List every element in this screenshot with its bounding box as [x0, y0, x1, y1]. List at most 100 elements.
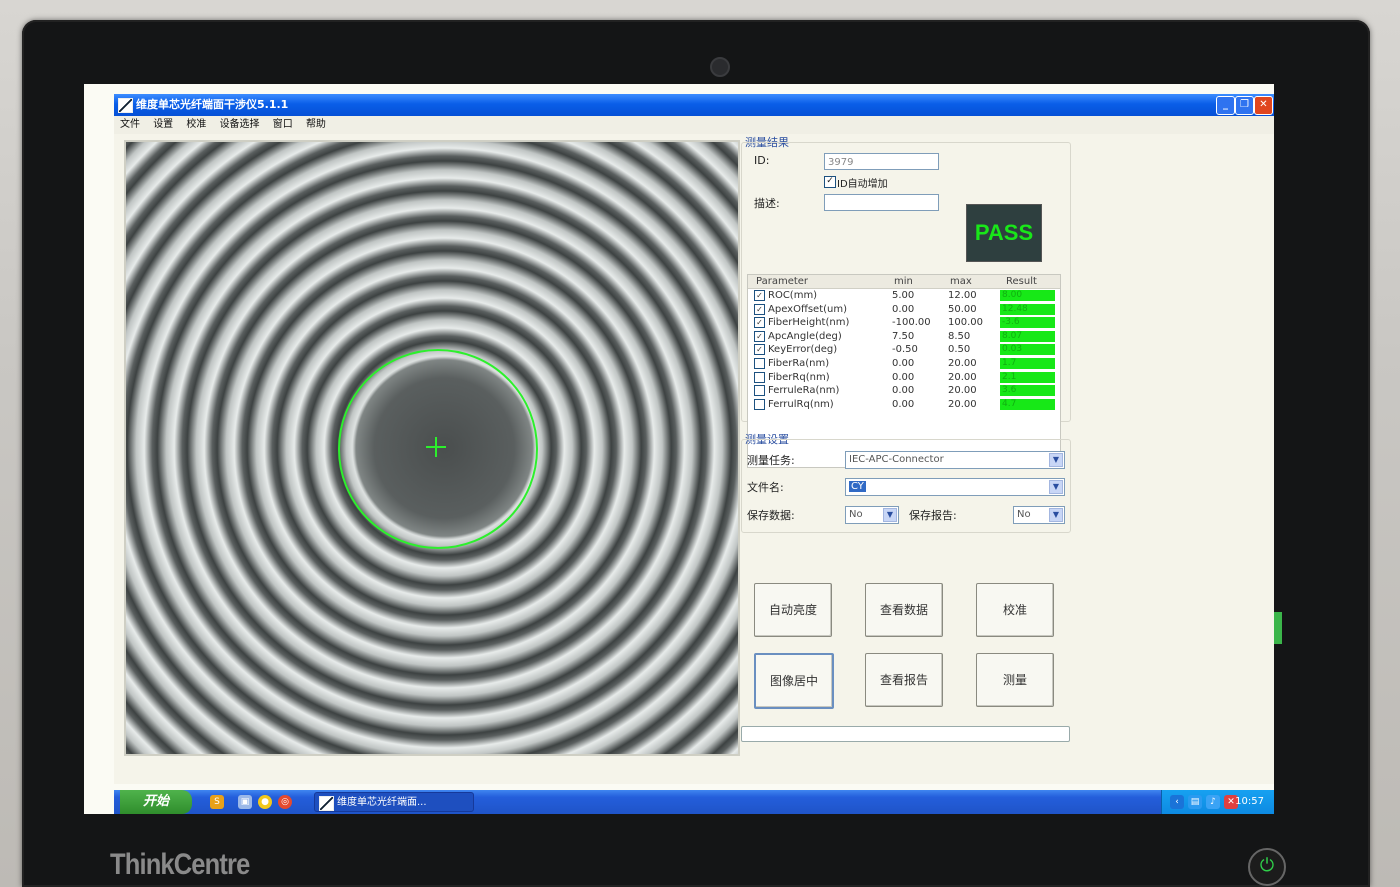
task-select[interactable]: IEC-APC-Connector ▼: [845, 451, 1065, 469]
desc-label: 描述:: [754, 197, 780, 210]
param-max: 100.00: [948, 317, 983, 329]
menu-help[interactable]: 帮助: [306, 119, 326, 130]
chevron-down-icon[interactable]: ▼: [1049, 508, 1063, 522]
chevron-down-icon[interactable]: ▼: [1049, 453, 1063, 467]
volume-icon[interactable]: ♪: [1206, 795, 1220, 809]
param-name: FerrulRq(nm): [768, 398, 834, 410]
save-data-label: 保存数据:: [747, 509, 795, 522]
param-name: FiberRq(nm): [768, 371, 830, 383]
param-result: 8.00: [1000, 290, 1055, 301]
network-icon[interactable]: ▤: [1188, 795, 1202, 809]
header-max: max: [950, 276, 972, 287]
maximize-button[interactable]: ❐: [1235, 96, 1254, 115]
param-max: 20.00: [948, 358, 977, 369]
row-checkbox[interactable]: ✓: [754, 290, 765, 301]
measure-button[interactable]: 测量: [976, 653, 1054, 707]
taskbar-window-item[interactable]: 维度单芯光纤端面...: [314, 792, 474, 812]
crosshair-icon: [426, 446, 446, 448]
table-row: ✓ ROC(mm) 5.00 12.00 8.00: [748, 289, 1060, 302]
webcam: [710, 57, 730, 77]
header-result: Result: [1006, 276, 1037, 287]
menu-window[interactable]: 窗口: [273, 119, 293, 130]
view-data-button[interactable]: 查看数据: [865, 583, 943, 637]
table-header: Parameter min max Result: [748, 275, 1060, 289]
save-report-select[interactable]: No ▼: [1013, 506, 1065, 524]
chevron-left-icon[interactable]: ‹: [1170, 795, 1184, 809]
start-label: 开始: [142, 794, 169, 809]
save-data-select[interactable]: No ▼: [845, 506, 899, 524]
param-result: 1.7: [1000, 358, 1055, 369]
chevron-down-icon[interactable]: ▼: [1049, 480, 1063, 494]
param-min: 0.00: [892, 371, 915, 383]
view-report-button[interactable]: 查看报告: [865, 653, 943, 707]
chevron-down-icon[interactable]: ▼: [883, 508, 897, 522]
task-select-value: IEC-APC-Connector: [849, 454, 944, 465]
window-title: 维度单芯光纤端面干涉仪5.1.1: [136, 98, 289, 111]
param-name: FerruleRa(nm): [768, 385, 840, 397]
title-bar[interactable]: 维度单芯光纤端面干涉仪5.1.1 _ ❐ ✕: [114, 94, 1274, 116]
auto-brightness-button[interactable]: 自动亮度: [754, 583, 832, 637]
table-row: FerruleRa(nm) 0.00 20.00 3.6: [748, 384, 1060, 397]
clock: 10:57: [1235, 796, 1264, 807]
param-max: 20.00: [948, 371, 977, 383]
id-field[interactable]: 3979: [824, 153, 939, 170]
table-row: ✓ ApexOffset(um) 0.00 50.00 12.48: [748, 303, 1060, 316]
save-report-value: No: [1017, 509, 1031, 520]
menu-file[interactable]: 文件: [120, 119, 140, 130]
row-checkbox[interactable]: [754, 358, 765, 369]
param-name: ROC(mm): [768, 290, 818, 301]
param-result: 0.03: [1000, 344, 1055, 356]
param-name: FiberRa(nm): [768, 358, 830, 369]
filename-select[interactable]: CY ▼: [845, 478, 1065, 496]
media-icon[interactable]: ●: [258, 795, 272, 809]
param-result: 8.07: [1000, 330, 1055, 342]
param-min: 0.00: [892, 398, 915, 410]
minimize-button[interactable]: _: [1216, 96, 1235, 115]
filename-select-value: CY: [849, 481, 866, 492]
param-max: 8.50: [948, 330, 971, 342]
header-min: min: [894, 276, 913, 287]
param-min: 5.00: [892, 290, 915, 301]
param-min: 0.00: [892, 358, 915, 369]
start-button[interactable]: 开始: [120, 790, 192, 814]
row-checkbox[interactable]: ✓: [754, 303, 765, 315]
header-parameter: Parameter: [756, 276, 809, 287]
menu-device[interactable]: 设备选择: [220, 119, 260, 130]
param-result: 12.48: [1000, 303, 1055, 315]
row-checkbox[interactable]: [754, 398, 765, 410]
row-checkbox[interactable]: [754, 385, 765, 397]
close-button[interactable]: ✕: [1254, 96, 1273, 115]
param-result: 3.6: [1000, 385, 1055, 397]
desc-field[interactable]: [824, 194, 939, 211]
row-checkbox[interactable]: ✓: [754, 344, 765, 356]
id-label: ID:: [754, 154, 770, 167]
param-result: 4.7: [1000, 398, 1055, 410]
param-result: -3.6: [1000, 317, 1055, 329]
pass-status-badge: PASS: [966, 204, 1042, 262]
app-shortcut-icon[interactable]: S: [210, 795, 224, 809]
system-tray: ‹ ▤ ♪ ✕ 10:57: [1161, 790, 1274, 814]
filename-label: 文件名:: [747, 481, 784, 494]
row-checkbox[interactable]: [754, 371, 765, 383]
param-max: 0.50: [948, 344, 971, 356]
row-checkbox[interactable]: ✓: [754, 317, 765, 329]
fiber-detection-circle: [338, 349, 538, 549]
app-icon: [118, 98, 133, 113]
calibrate-button[interactable]: 校准: [976, 583, 1054, 637]
param-min: -100.00: [892, 317, 931, 329]
param-result: 2.1: [1000, 371, 1055, 383]
auto-increment-checkbox[interactable]: ✓: [824, 176, 836, 188]
desktop-icon[interactable]: ▣: [238, 795, 252, 809]
browser-icon[interactable]: ◎: [278, 795, 292, 809]
param-min: 0.00: [892, 303, 915, 315]
param-name: ApexOffset(um): [768, 303, 848, 315]
param-min: 7.50: [892, 330, 915, 342]
app-icon: [319, 796, 334, 811]
power-icon[interactable]: ⏻: [1248, 848, 1286, 886]
auto-increment-label: ID自动增加: [837, 179, 888, 190]
menu-calibrate[interactable]: 校准: [186, 119, 206, 130]
param-max: 12.00: [948, 290, 977, 301]
center-image-button[interactable]: 图像居中: [754, 653, 834, 709]
menu-settings[interactable]: 设置: [153, 119, 173, 130]
row-checkbox[interactable]: ✓: [754, 330, 765, 342]
